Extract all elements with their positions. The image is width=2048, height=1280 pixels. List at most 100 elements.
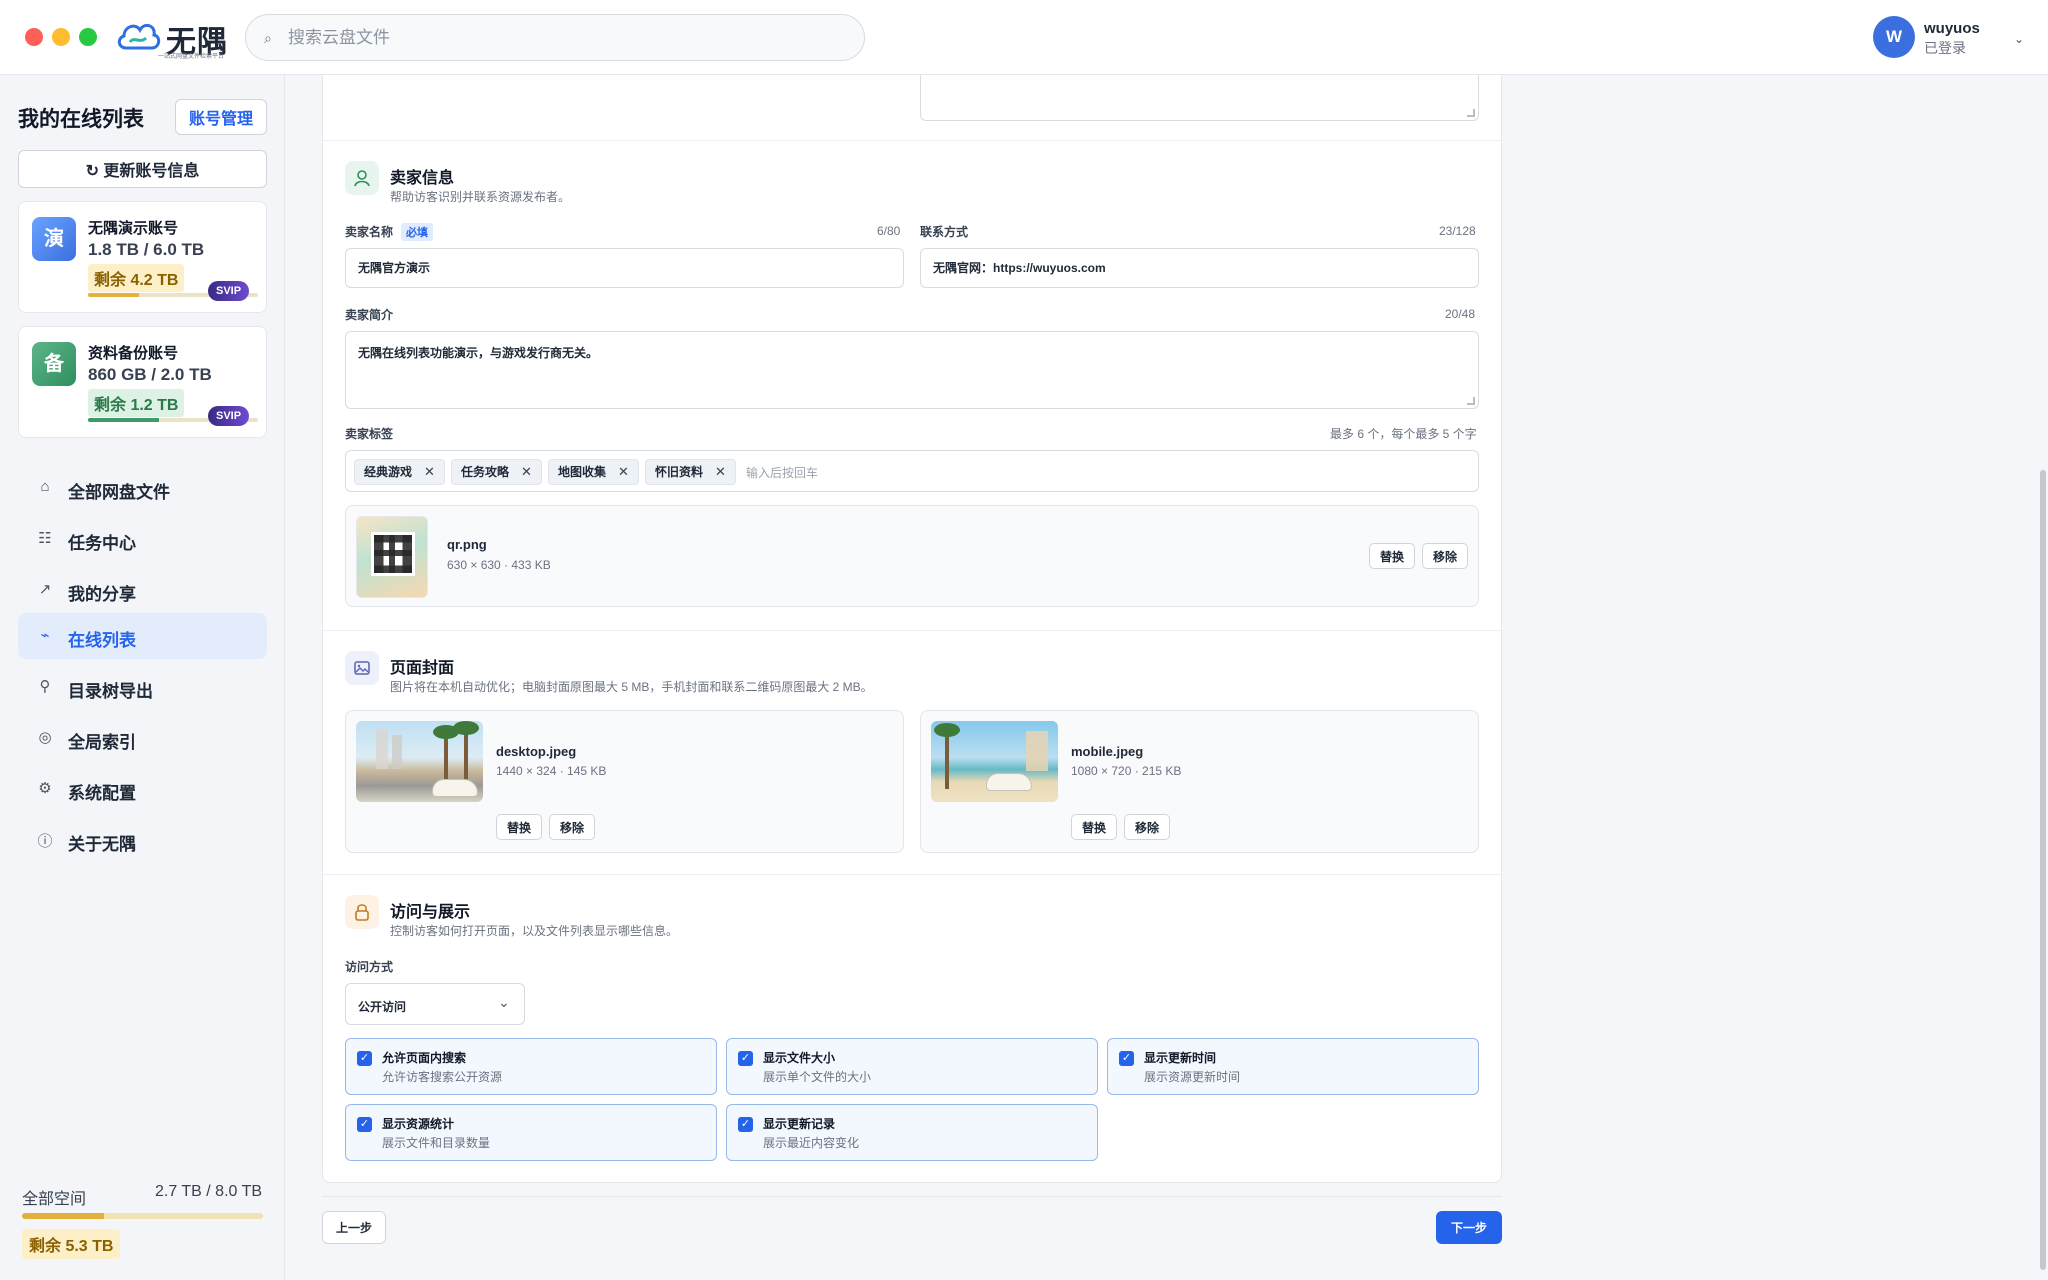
contact-counter: 23/128 — [1439, 224, 1476, 238]
close-icon[interactable]: ✕ — [424, 464, 435, 479]
seller-name-input[interactable]: 无隅官方演示 — [345, 248, 904, 288]
resize-grip[interactable] — [1467, 397, 1475, 405]
building-shape — [376, 729, 388, 769]
refresh-accounts-button[interactable]: ↻ 更新账号信息 — [18, 150, 267, 188]
seller-intro-textarea[interactable]: 无隅在线列表功能演示，与游戏发行商无关。 — [345, 331, 1479, 409]
total-space-value: 2.7 TB / 8.0 TB — [155, 1183, 263, 1200]
share-arrow-icon: ↗ — [38, 581, 52, 598]
window-zoom-button[interactable] — [79, 28, 97, 46]
option-desc: 允许访客搜索公开资源 — [382, 1070, 503, 1084]
account-name: 无隅演示账号 — [88, 220, 179, 237]
nav-about[interactable]: ⓘ 关于无隅 — [18, 817, 267, 863]
nav-all-files[interactable]: ⌂ 全部网盘文件 — [18, 465, 267, 511]
tag-chip: 地图收集 ✕ — [548, 459, 639, 485]
option-show-update-time[interactable]: ✓ 显示更新时间 展示资源更新时间 — [1107, 1038, 1479, 1095]
building-shape — [1026, 731, 1048, 771]
nav-label: 在线列表 — [68, 631, 136, 650]
required-badge: 必填 — [401, 223, 434, 241]
account-manage-button[interactable]: 账号管理 — [175, 99, 267, 135]
option-allow-search[interactable]: ✓ 允许页面内搜索 允许访客搜索公开资源 — [345, 1038, 717, 1095]
checkbox-checked-icon[interactable]: ✓ — [738, 1051, 753, 1066]
contact-label: 联系方式 — [920, 225, 969, 239]
tag-label: 任务攻略 — [461, 465, 510, 479]
access-section-subtitle: 控制访客如何打开页面，以及文件列表显示哪些信息。 — [390, 924, 679, 938]
settings-panel: 卖家信息 帮助访客识别并联系资源发布者。 卖家名称 必填 6/80 无隅官方演示 … — [322, 75, 1502, 1183]
qr-code-icon — [371, 532, 415, 576]
close-icon[interactable]: ✕ — [618, 464, 629, 479]
option-show-stats[interactable]: ✓ 显示资源统计 展示文件和目录数量 — [345, 1104, 717, 1161]
desktop-replace-button[interactable]: 替换 — [496, 814, 543, 840]
close-icon[interactable]: ✕ — [521, 464, 532, 479]
scrollbar-thumb[interactable] — [2040, 470, 2046, 1270]
qr-remove-button[interactable]: 移除 — [1422, 543, 1469, 569]
option-desc: 展示资源更新时间 — [1144, 1070, 1241, 1084]
previous-textarea[interactable] — [920, 75, 1479, 121]
qr-replace-button[interactable]: 替换 — [1369, 543, 1416, 569]
prev-step-button[interactable]: 上一步 — [322, 1211, 386, 1244]
tag-chip: 经典游戏 ✕ — [354, 459, 445, 485]
checkbox-checked-icon[interactable]: ✓ — [1119, 1051, 1134, 1066]
tag-text-input[interactable]: 输入后按回车 — [746, 464, 818, 481]
option-title: 显示更新时间 — [1144, 1051, 1217, 1065]
search-input[interactable] — [288, 15, 848, 60]
account-name: 资料备份账号 — [88, 345, 179, 362]
close-icon[interactable]: ✕ — [715, 464, 726, 479]
total-space-bar — [22, 1213, 263, 1219]
window-minimize-button[interactable] — [52, 28, 70, 46]
refresh-icon: ↻ — [85, 163, 104, 180]
mobile-file-meta: 1080 × 720 · 215 KB — [1071, 764, 1182, 778]
user-name[interactable]: wuyuos — [1924, 20, 1980, 37]
refresh-label: 更新账号信息 — [103, 163, 200, 180]
desktop-file-name: desktop.jpeg — [496, 744, 577, 759]
seller-name-label: 卖家名称 必填 — [345, 223, 434, 241]
option-title: 允许页面内搜索 — [382, 1051, 467, 1065]
desktop-remove-button[interactable]: 移除 — [549, 814, 596, 840]
account-card-backup[interactable]: 备 资料备份账号 860 GB / 2.0 TB 剩余 1.2 TB SVIP — [18, 326, 267, 438]
option-desc: 展示文件和目录数量 — [382, 1136, 491, 1150]
checkbox-checked-icon[interactable]: ✓ — [357, 1117, 372, 1132]
search-bar[interactable]: ⌕ — [245, 14, 865, 61]
user-avatar[interactable]: W — [1873, 16, 1915, 58]
window-close-button[interactable] — [25, 28, 43, 46]
nav-task-center[interactable]: ☷ 任务中心 — [18, 516, 267, 562]
palm-trunk — [444, 731, 448, 786]
checkbox-checked-icon[interactable]: ✓ — [357, 1051, 372, 1066]
nav-global-index[interactable]: ◎ 全局索引 — [18, 715, 267, 761]
cover-section-title: 页面封面 — [390, 660, 455, 677]
svip-badge: SVIP — [208, 281, 250, 301]
divider — [323, 874, 1501, 875]
contact-input[interactable]: 无隅官网：https://wuyuos.com — [920, 248, 1479, 288]
tags-input-box[interactable]: 经典游戏 ✕ 任务攻略 ✕ 地图收集 ✕ 怀旧资料 ✕ 输入后按回车 — [345, 450, 1479, 492]
app-tagline: 一站式网盘文件检索平台 — [158, 54, 225, 60]
access-section-title: 访问与展示 — [390, 904, 471, 921]
account-usage: 860 GB / 2.0 TB — [88, 365, 212, 384]
option-title: 显示更新记录 — [763, 1117, 836, 1131]
chevron-down-icon[interactable]: ⌄ — [2014, 32, 2024, 46]
option-show-size[interactable]: ✓ 显示文件大小 展示单个文件的大小 — [726, 1038, 1098, 1095]
info-icon: ⓘ — [37, 833, 53, 850]
home-icon: ⌂ — [40, 478, 50, 495]
list-icon: ☷ — [38, 530, 52, 547]
nav-online-list[interactable]: ⌁ 在线列表 — [18, 613, 267, 659]
mobile-cover-thumbnail — [931, 721, 1058, 802]
option-show-changelog[interactable]: ✓ 显示更新记录 展示最近内容变化 — [726, 1104, 1098, 1161]
qr-code-thumbnail — [356, 516, 428, 598]
nav-system-config[interactable]: ⚙ 系统配置 — [18, 766, 267, 812]
seller-name-counter: 6/80 — [877, 224, 901, 238]
resize-grip[interactable] — [1467, 109, 1475, 117]
account-card-demo[interactable]: 演 无隅演示账号 1.8 TB / 6.0 TB 剩余 4.2 TB SVIP — [18, 201, 267, 313]
access-mode-select[interactable]: 公开访问 ⌄ — [345, 983, 525, 1025]
next-step-button[interactable]: 下一步 — [1436, 1211, 1502, 1244]
option-desc: 展示单个文件的大小 — [763, 1070, 872, 1084]
nav-label: 全局索引 — [68, 733, 136, 752]
mobile-replace-button[interactable]: 替换 — [1071, 814, 1118, 840]
nav-label: 系统配置 — [68, 784, 136, 803]
account-usage-bar-fill — [88, 293, 139, 297]
checkbox-checked-icon[interactable]: ✓ — [738, 1117, 753, 1132]
nav-my-shares[interactable]: ↗ 我的分享 — [18, 567, 267, 613]
seller-intro-counter: 20/48 — [1445, 307, 1476, 321]
mobile-remove-button[interactable]: 移除 — [1124, 814, 1171, 840]
qr-file-name: qr.png — [447, 537, 487, 552]
mobile-file-name: mobile.jpeg — [1071, 744, 1144, 759]
nav-tree-export[interactable]: ⚲ 目录树导出 — [18, 664, 267, 710]
